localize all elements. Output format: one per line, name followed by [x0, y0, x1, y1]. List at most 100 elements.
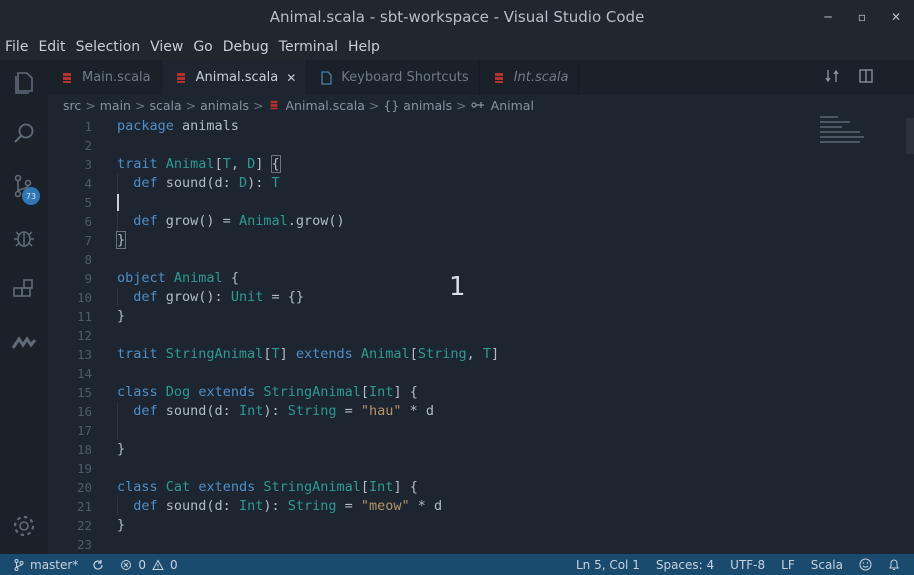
search-icon[interactable] [10, 120, 38, 148]
code-token: def [133, 289, 158, 305]
code-token: sound(d: [157, 175, 239, 191]
scm-badge: 73 [22, 187, 40, 205]
menu-debug[interactable]: Debug [223, 39, 269, 55]
line-number: 7 [84, 233, 92, 248]
warning-count[interactable]: 0 [170, 558, 178, 572]
feedback-smiley-icon[interactable] [859, 558, 872, 571]
cursor-position[interactable]: Ln 5, Col 1 [576, 558, 640, 572]
metals-icon[interactable] [10, 328, 38, 356]
code-token: "meow" [360, 498, 410, 514]
code-line[interactable]: } [117, 440, 817, 459]
breadcrumb-src[interactable]: src [63, 98, 81, 113]
code-token: T [482, 346, 492, 362]
breadcrumb-scala[interactable]: scala [149, 98, 181, 113]
code-line[interactable] [117, 535, 817, 554]
language-mode[interactable]: Scala [811, 558, 843, 572]
tab-label: Animal.scala [195, 70, 279, 85]
menu-terminal[interactable]: Terminal [279, 39, 338, 55]
code-token: String [287, 498, 337, 514]
menu-file[interactable]: File [5, 39, 28, 55]
title-bar: Animal.scala - sbt-workspace - Visual St… [0, 0, 914, 33]
code-line[interactable] [117, 193, 817, 212]
tab-keyboard-shortcuts[interactable]: Keyboard Shortcuts [307, 60, 480, 95]
breadcrumb-package[interactable]: {} animals [383, 98, 452, 113]
line-number: 23 [76, 537, 92, 552]
breadcrumb-symbol[interactable]: Animal [491, 98, 534, 113]
code-line[interactable]: class Dog extends StringAnimal[Int] { [117, 383, 817, 402]
notifications-bell-icon[interactable] [888, 558, 900, 571]
code-token: object [117, 270, 166, 286]
code-line[interactable]: def sound(d: Int): String = "hau" * d [117, 402, 817, 421]
line-number-gutter: 1 2 3 4 5 6 7 8 9 10 11 12 13 14 15 16 1… [48, 117, 92, 554]
line-number: 14 [76, 366, 92, 381]
code-line[interactable]: def sound(d: Int): String = "meow" * d [117, 497, 817, 516]
code-line[interactable] [117, 421, 817, 440]
minimap[interactable] [820, 116, 900, 176]
gear-icon[interactable] [10, 512, 38, 540]
code-token: extends [198, 384, 256, 400]
split-editor-icon[interactable] [858, 68, 874, 84]
menu-go[interactable]: Go [193, 39, 212, 55]
error-count[interactable]: 0 [138, 558, 146, 572]
sync-icon[interactable] [92, 559, 104, 571]
tab-main-scala[interactable]: Main.scala [48, 60, 162, 95]
breadcrumb-animals[interactable]: animals [200, 98, 249, 113]
line-number: 1 [84, 119, 92, 134]
code-editor[interactable]: 1 2 3 4 5 6 7 8 9 10 11 12 13 14 15 16 1… [48, 115, 914, 554]
code-line[interactable] [117, 136, 817, 155]
menu-selection[interactable]: Selection [76, 39, 141, 55]
breadcrumb-main[interactable]: main [100, 98, 131, 113]
code-line[interactable]: } [117, 516, 817, 535]
close-tab-icon[interactable]: ✕ [286, 71, 296, 85]
code-line[interactable]: def grow() = Animal.grow() [117, 212, 817, 231]
line-number: 2 [84, 138, 92, 153]
code-token: Cat [165, 479, 191, 495]
code-token: package [117, 118, 174, 134]
code-line[interactable]: } [117, 307, 817, 326]
code-token: } [117, 441, 126, 457]
code-line[interactable]: package animals [117, 117, 817, 136]
code-token: ): [247, 175, 272, 191]
code-line[interactable] [117, 250, 817, 269]
maximize-icon[interactable]: ▫ [856, 10, 868, 24]
code-line[interactable]: def sound(d: D): T [117, 174, 817, 193]
overlay-number: 1 [449, 272, 466, 302]
tab-animal-scala[interactable]: Animal.scala ✕ [161, 60, 308, 95]
code-lines[interactable]: package animals trait Animal[T, D] { def … [115, 117, 817, 554]
code-token: def [133, 498, 158, 514]
code-line[interactable]: } [115, 231, 817, 250]
code-token: [ [214, 156, 223, 172]
encoding[interactable]: UTF-8 [730, 558, 765, 572]
code-line[interactable] [117, 364, 817, 383]
branch-icon [14, 558, 24, 571]
menu-edit[interactable]: Edit [38, 39, 65, 55]
tab-label: Int.scala [513, 70, 569, 85]
breadcrumb: src > main > scala > animals > Animal.scala >… [48, 95, 914, 115]
menu-help[interactable]: Help [348, 39, 380, 55]
code-line[interactable]: trait Animal[T, D] { [117, 155, 817, 174]
extensions-icon[interactable] [10, 276, 38, 304]
explorer-icon[interactable] [10, 68, 38, 96]
end-of-line[interactable]: LF [781, 558, 795, 572]
code-token: ] [491, 346, 500, 362]
tab-int-scala[interactable]: Int.scala [479, 60, 580, 95]
vertical-scrollbar[interactable] [906, 118, 914, 154]
debug-icon[interactable] [10, 224, 38, 252]
close-window-icon[interactable]: ✕ [890, 10, 902, 24]
code-line[interactable]: trait StringAnimal[T] extends Animal[Str… [117, 345, 817, 364]
indentation[interactable]: Spaces: 4 [656, 558, 714, 572]
menu-view[interactable]: View [150, 39, 183, 55]
code-line[interactable] [117, 459, 817, 478]
code-line[interactable]: def grow(): Unit = {} [117, 288, 817, 307]
code-token: Animal [360, 346, 410, 362]
git-branch[interactable]: master* [30, 558, 78, 572]
compare-changes-icon[interactable] [824, 68, 840, 84]
code-line[interactable] [117, 326, 817, 345]
code-line[interactable]: object Animal { [117, 269, 817, 288]
code-token: } [115, 231, 127, 249]
minimize-icon[interactable]: ─ [822, 10, 834, 24]
code-line[interactable]: class Cat extends StringAnimal[Int] { [117, 478, 817, 497]
breadcrumb-file[interactable]: Animal.scala [286, 98, 365, 113]
